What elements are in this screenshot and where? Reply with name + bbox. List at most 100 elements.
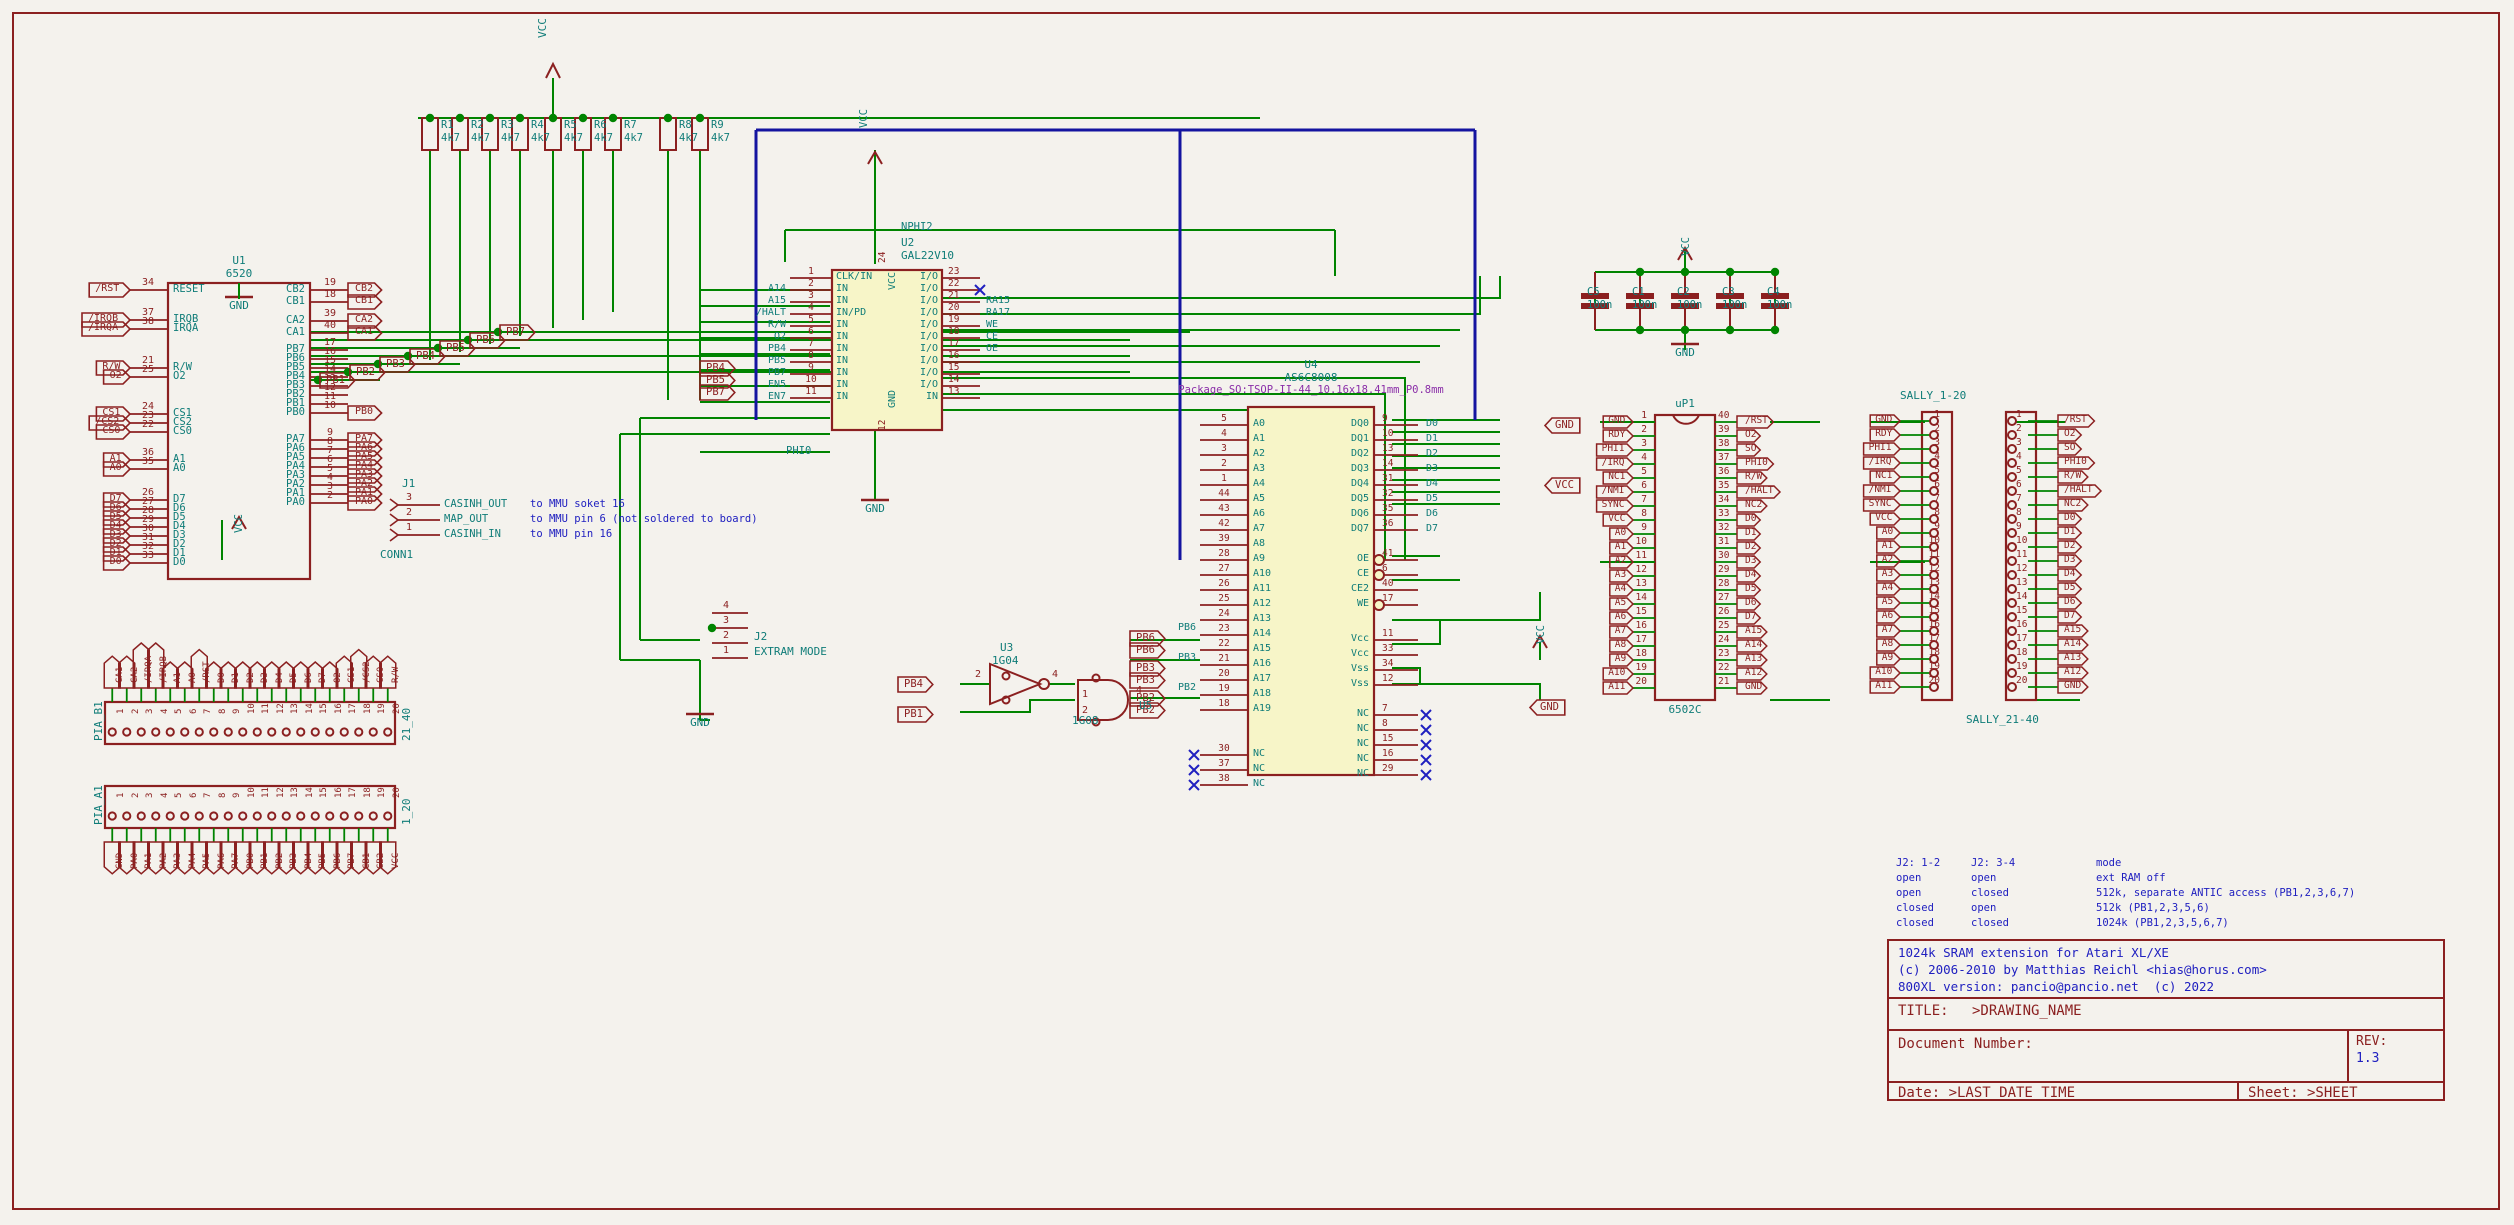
up1-left-label[interactable]: A8	[1615, 640, 1626, 650]
sally-top-label[interactable]: A2	[1882, 555, 1893, 565]
up1-left-label[interactable]: A6	[1615, 612, 1626, 622]
sally-bottom-label[interactable]: A12	[2064, 667, 2081, 677]
up1-right-label[interactable]: A12	[1745, 668, 1762, 678]
up1-left-label[interactable]: /IRQ	[1602, 458, 1625, 468]
pb-net-label[interactable]: PB4	[416, 351, 435, 362]
sally-top-label[interactable]: A9	[1882, 653, 1893, 663]
u2-bus-label[interactable]: PB4	[706, 363, 725, 374]
u3-input-label[interactable]: PB4	[904, 679, 923, 690]
u4-gnd-label[interactable]: GND	[1540, 702, 1559, 713]
up1-left-label[interactable]: PHI1	[1602, 444, 1625, 454]
sally-top-label[interactable]: A10	[1875, 667, 1892, 677]
u1-left-net-label[interactable]: /IRQA	[88, 323, 118, 333]
sally-top-label[interactable]: A11	[1875, 681, 1892, 691]
u1-right-net-label[interactable]: CA1	[355, 327, 373, 337]
pia-label[interactable]: PA2	[160, 853, 169, 869]
sally-top-label[interactable]: /NMI	[1869, 485, 1892, 495]
up1-left-label[interactable]: A0	[1615, 528, 1626, 538]
sally-bottom-label[interactable]: O2	[2064, 429, 2075, 439]
pia-label[interactable]: D2	[247, 672, 256, 683]
pia-label[interactable]: CB2	[377, 853, 386, 869]
pia-label[interactable]: /CS2	[363, 661, 372, 683]
up1-right-label[interactable]: D1	[1745, 528, 1756, 538]
sally-bottom-label[interactable]: D2	[2064, 541, 2075, 551]
pia-label[interactable]: /IRQB	[160, 656, 169, 683]
up1-right-label[interactable]: A15	[1745, 626, 1762, 636]
sally-top-label[interactable]: A7	[1882, 625, 1893, 635]
sally-top-label[interactable]: NC1	[1875, 471, 1892, 481]
sally-bottom-label[interactable]: D1	[2064, 527, 2075, 537]
u1-right-net-label[interactable]: PA0	[355, 497, 373, 507]
up1-right-label[interactable]: /RST	[1745, 416, 1768, 426]
up1-left-label[interactable]: SYNC	[1602, 500, 1625, 510]
sally-top-label[interactable]: SYNC	[1869, 499, 1892, 509]
u1-right-net-label[interactable]: CB1	[355, 296, 373, 306]
u4-vcc-top-label[interactable]: VCC	[1555, 480, 1574, 491]
pia-label[interactable]: A0	[189, 672, 198, 683]
pia-label[interactable]: PA5	[203, 853, 212, 869]
sally-top-label[interactable]: RDY	[1875, 429, 1892, 439]
up1-right-label[interactable]: D3	[1745, 556, 1756, 566]
sally-bottom-label[interactable]: D6	[2064, 597, 2075, 607]
up1-left-label[interactable]: A7	[1615, 626, 1626, 636]
pia-label[interactable]: A1	[174, 672, 183, 683]
gate-out-label[interactable]: PB2	[1136, 693, 1155, 704]
up1-right-label[interactable]: D5	[1745, 584, 1756, 594]
pia-label[interactable]: PB0	[247, 853, 256, 869]
pia-label[interactable]: D3	[261, 672, 270, 683]
sally-top-label[interactable]: /IRQ	[1869, 457, 1892, 467]
up1-left-label[interactable]: A1	[1615, 542, 1626, 552]
sally-bottom-label[interactable]: /RST	[2064, 415, 2087, 425]
sally-bottom-label[interactable]: NC2	[2064, 499, 2081, 509]
sally-bottom-label[interactable]: PHI0	[2064, 457, 2087, 467]
sally-bottom-label[interactable]: /HALT	[2064, 485, 2093, 495]
up1-left-label[interactable]: A9	[1615, 654, 1626, 664]
pia-label[interactable]: PA7	[232, 853, 241, 869]
u5-input-label[interactable]: PB1	[904, 709, 923, 720]
pia-label[interactable]: D7	[319, 672, 328, 683]
u4-side-label[interactable]: PB3	[1136, 675, 1155, 686]
up1-right-label[interactable]: GND	[1745, 682, 1762, 692]
sally-top-label[interactable]: PHI1	[1869, 443, 1892, 453]
sally-top-label[interactable]: A8	[1882, 639, 1893, 649]
up1-right-label[interactable]: O2	[1745, 430, 1756, 440]
pia-label[interactable]: PA0	[131, 853, 140, 869]
sally-bottom-label[interactable]: R/W	[2064, 471, 2081, 481]
sally-bottom-label[interactable]: A14	[2064, 639, 2081, 649]
gate-out-label[interactable]: PB3	[1136, 663, 1155, 674]
pia-label[interactable]: PB2	[276, 853, 285, 869]
pia-label[interactable]: PB6	[334, 853, 343, 869]
u1-left-net-label[interactable]: CS0	[102, 426, 120, 436]
u1-right-net-label[interactable]: CA2	[355, 315, 373, 325]
pb-net-label[interactable]: PB3	[386, 359, 405, 370]
up1-right-label[interactable]: D0	[1745, 514, 1756, 524]
u2-bus-label[interactable]: PB7	[706, 387, 725, 398]
sally-top-label[interactable]: GND	[1875, 415, 1892, 425]
pia-label[interactable]: PB7	[348, 853, 357, 869]
sally-bottom-label[interactable]: D5	[2064, 583, 2075, 593]
u1-left-net-label[interactable]: O2	[110, 371, 122, 381]
pia-label[interactable]: D1	[232, 672, 241, 683]
pia-label[interactable]: R/W	[392, 667, 401, 683]
up1-right-label[interactable]: D7	[1745, 612, 1756, 622]
up1-right-label[interactable]: D4	[1745, 570, 1756, 580]
up1-left-label[interactable]: A4	[1615, 584, 1626, 594]
up1-left-label[interactable]: NC1	[1608, 472, 1625, 482]
pb-net-label[interactable]: PB5	[446, 343, 465, 354]
up1-right-label[interactable]: D2	[1745, 542, 1756, 552]
up1-right-label[interactable]: NC2	[1745, 500, 1762, 510]
up1-right-label[interactable]: PHI0	[1745, 458, 1768, 468]
up1-left-label[interactable]: RDY	[1608, 430, 1625, 440]
sally-bottom-label[interactable]: D7	[2064, 611, 2075, 621]
pia-label[interactable]: D0	[218, 672, 227, 683]
pia-label[interactable]: PA4	[189, 853, 198, 869]
pia-label[interactable]: D5	[290, 672, 299, 683]
pia-label[interactable]: PB5	[319, 853, 328, 869]
sally-bottom-label[interactable]: D0	[2064, 513, 2075, 523]
sally-top-label[interactable]: A5	[1882, 597, 1893, 607]
sally-top-label[interactable]: A1	[1882, 541, 1893, 551]
gate-out-label[interactable]: PB6	[1136, 633, 1155, 644]
sally-top-label[interactable]: VCC	[1875, 513, 1892, 523]
u4-gnd-top-label[interactable]: GND	[1555, 420, 1574, 431]
u2-bus-label[interactable]: PB5	[706, 375, 725, 386]
